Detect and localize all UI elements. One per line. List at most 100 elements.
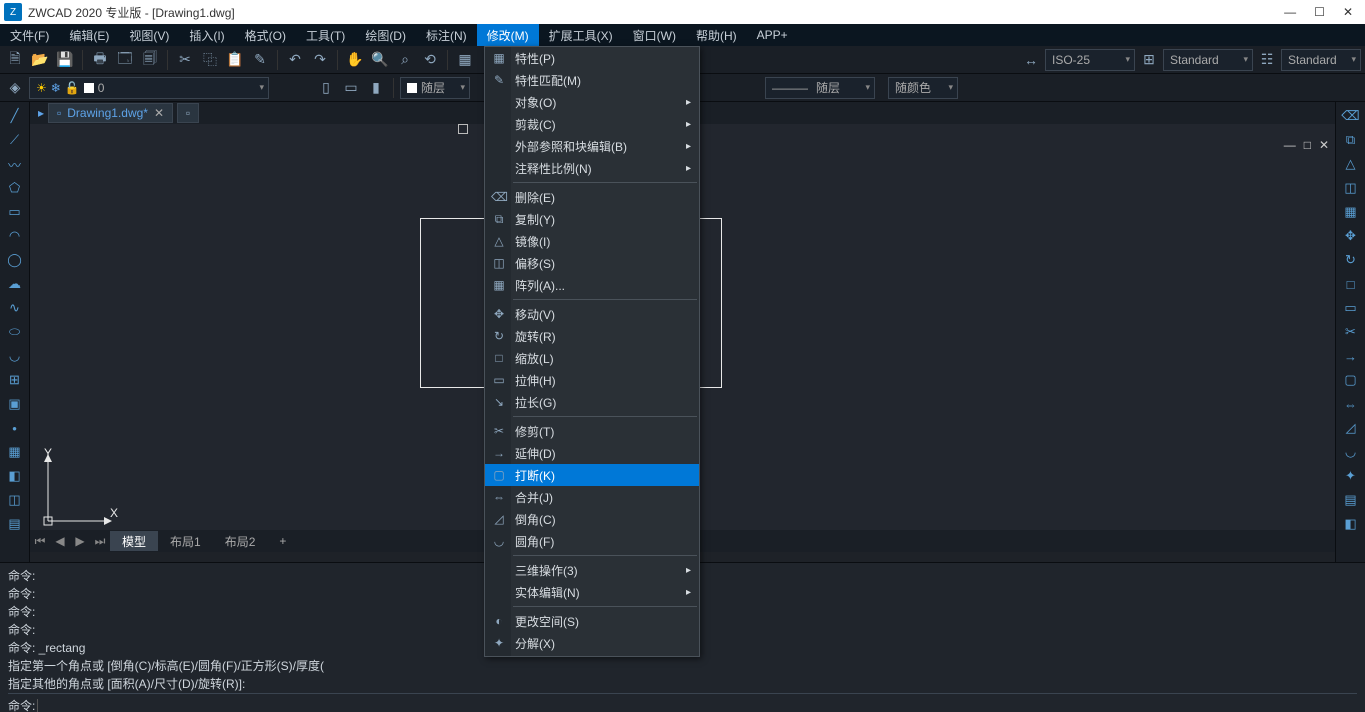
dim2-icon[interactable]: ⊞ <box>1138 49 1160 71</box>
menu-item[interactable]: ✦分解(X) <box>485 632 699 654</box>
new-icon[interactable]: 🗎 <box>4 49 26 71</box>
menu-item[interactable]: □缩放(L) <box>485 347 699 369</box>
lineweight-dropdown[interactable]: 随颜色 <box>888 77 958 99</box>
menu-窗口(W)[interactable]: 窗口(W) <box>623 24 686 46</box>
panel-max-icon[interactable]: □ <box>1304 138 1311 152</box>
dim3-icon[interactable]: ☷ <box>1256 49 1278 71</box>
close-button[interactable]: ✕ <box>1343 5 1353 19</box>
menu-item[interactable]: ▦阵列(A)... <box>485 274 699 296</box>
extend-icon[interactable]: → <box>1340 346 1362 366</box>
grip-handle[interactable] <box>458 124 468 134</box>
menu-item[interactable]: ▦特性(P) <box>485 47 699 69</box>
scale-icon[interactable]: □ <box>1340 274 1362 294</box>
ellipsearc-icon[interactable]: ◡ <box>4 346 26 366</box>
menu-文件(F)[interactable]: 文件(F) <box>0 24 59 46</box>
matchprop-icon[interactable]: ✎ <box>249 49 271 71</box>
menu-item[interactable]: ◡圆角(F) <box>485 530 699 552</box>
arc-icon[interactable]: ◠ <box>4 226 26 246</box>
menu-item[interactable]: ✂修剪(T) <box>485 420 699 442</box>
tab-menu-icon[interactable]: ▸ <box>34 106 48 120</box>
textstyle-dropdown-2[interactable]: Standard <box>1281 49 1361 71</box>
stretch-icon[interactable]: ▭ <box>1340 298 1362 318</box>
ellipse-icon[interactable]: ⬭ <box>4 322 26 342</box>
paste-icon[interactable]: 📋 <box>224 49 246 71</box>
panel-close-icon[interactable]: ✕ <box>1319 138 1329 152</box>
menu-item[interactable]: ↻旋转(R) <box>485 325 699 347</box>
menu-绘图(D)[interactable]: 绘图(D) <box>355 24 416 46</box>
mirror-icon[interactable]: △ <box>1340 154 1362 174</box>
layout-prev-icon[interactable]: ⏮ <box>30 534 50 549</box>
layermgr-icon[interactable]: ◈ <box>4 77 26 99</box>
panel-min-icon[interactable]: — <box>1284 138 1296 152</box>
rotate-icon[interactable]: ↻ <box>1340 250 1362 270</box>
menu-item[interactable]: ◿倒角(C) <box>485 508 699 530</box>
rectangle-icon[interactable]: ▭ <box>4 202 26 222</box>
hatch-icon[interactable]: ▦ <box>4 442 26 462</box>
layfrz-icon[interactable]: ▮ <box>365 77 387 99</box>
gradient-icon[interactable]: ◧ <box>4 466 26 486</box>
open-icon[interactable]: 📂 <box>29 49 51 71</box>
array-icon[interactable]: ▦ <box>1340 202 1362 222</box>
layout-back-icon[interactable]: ◀ <box>50 534 70 548</box>
trim-icon[interactable]: ✂ <box>1340 322 1362 342</box>
table-icon[interactable]: ▤ <box>4 514 26 534</box>
undo-icon[interactable]: ↶ <box>284 49 306 71</box>
revcloud-icon[interactable]: ☁ <box>4 274 26 294</box>
pan-icon[interactable]: ✋ <box>344 49 366 71</box>
menu-item[interactable]: 三维操作(3)▸ <box>485 559 699 581</box>
move-icon[interactable]: ✥ <box>1340 226 1362 246</box>
mod17-icon[interactable]: ▤ <box>1340 490 1362 510</box>
circle-icon[interactable]: ◯ <box>4 250 26 270</box>
join-icon[interactable]: ⇔ <box>1340 394 1362 414</box>
save-icon[interactable]: 💾 <box>54 49 76 71</box>
layout-fwd-icon[interactable]: ▶ <box>70 534 90 548</box>
command-input[interactable] <box>37 699 1357 712</box>
properties-icon[interactable]: ▦ <box>454 49 476 71</box>
polygon-icon[interactable]: ⬠ <box>4 178 26 198</box>
erase-icon[interactable]: ⌫ <box>1340 106 1362 126</box>
linetype-dropdown[interactable]: ———随层 <box>765 77 875 99</box>
copy2-icon[interactable]: ⧉ <box>1340 130 1362 150</box>
file-tab[interactable]: ▫ Drawing1.dwg* ✕ <box>48 103 173 123</box>
zoomprev-icon[interactable]: ⟲ <box>419 49 441 71</box>
menu-item[interactable]: ◫偏移(S) <box>485 252 699 274</box>
menu-item[interactable]: ▭拉伸(H) <box>485 369 699 391</box>
pline-icon[interactable]: 〰 <box>4 154 26 174</box>
redo-icon[interactable]: ↷ <box>309 49 331 71</box>
xline-icon[interactable]: ⟋ <box>4 130 26 150</box>
menu-item[interactable]: ↘拉长(G) <box>485 391 699 413</box>
menu-item[interactable]: 外部参照和块编辑(B)▸ <box>485 135 699 157</box>
file-tab-close[interactable]: ✕ <box>154 106 164 120</box>
break-icon[interactable]: ▢ <box>1340 370 1362 390</box>
block-icon[interactable]: ▣ <box>4 394 26 414</box>
mod18-icon[interactable]: ◧ <box>1340 514 1362 534</box>
offset-icon[interactable]: ◫ <box>1340 178 1362 198</box>
menu-item[interactable]: →延伸(D) <box>485 442 699 464</box>
fillet-icon[interactable]: ◡ <box>1340 442 1362 462</box>
preview-icon[interactable]: 🗔 <box>114 49 136 71</box>
menu-item[interactable]: 对象(O)▸ <box>485 91 699 113</box>
textstyle-dropdown-1[interactable]: Standard <box>1163 49 1253 71</box>
menu-视图(V)[interactable]: 视图(V) <box>119 24 179 46</box>
layiso-icon[interactable]: ▯ <box>315 77 337 99</box>
menu-插入(I)[interactable]: 插入(I) <box>179 24 234 46</box>
color-bylayer-dropdown[interactable]: 随层 <box>400 77 470 99</box>
cut-icon[interactable]: ✂ <box>174 49 196 71</box>
layout-next-icon[interactable]: ⏭ <box>90 534 110 549</box>
layoff-icon[interactable]: ▭ <box>340 77 362 99</box>
maximize-button[interactable]: ☐ <box>1314 5 1325 19</box>
menu-item[interactable]: ✥移动(V) <box>485 303 699 325</box>
tab-layout1[interactable]: 布局1 <box>158 531 213 551</box>
chamfer-icon[interactable]: ◿ <box>1340 418 1362 438</box>
region-icon[interactable]: ◫ <box>4 490 26 510</box>
line-icon[interactable]: ╱ <box>4 106 26 126</box>
menu-item[interactable]: 剪裁(C)▸ <box>485 113 699 135</box>
menu-item[interactable]: 注释性比例(N)▸ <box>485 157 699 179</box>
menu-item[interactable]: ⧉复制(Y) <box>485 208 699 230</box>
publish-icon[interactable]: 🗐 <box>139 49 161 71</box>
dimstyle-dropdown[interactable]: ISO-25 <box>1045 49 1135 71</box>
menu-item[interactable]: △镜像(I) <box>485 230 699 252</box>
menu-item[interactable]: ⇔合并(J) <box>485 486 699 508</box>
menu-扩展工具(X)[interactable]: 扩展工具(X) <box>539 24 623 46</box>
menu-item[interactable]: ▢打断(K) <box>485 464 699 486</box>
